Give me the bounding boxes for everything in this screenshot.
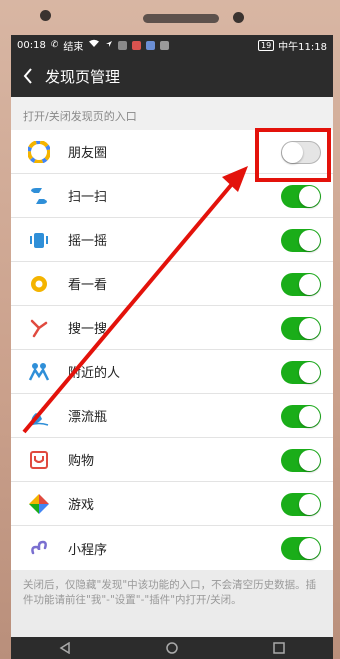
annotation-highlight-box (255, 128, 331, 182)
proximity-sensor (40, 10, 51, 21)
list-item-top-stories: 看一看 (11, 262, 333, 306)
scan-icon (28, 185, 50, 207)
call-status-label: 结束 (63, 41, 84, 53)
app-notification-icon (146, 40, 156, 50)
battery-icon: 19 (257, 39, 275, 51)
games-icon (28, 493, 50, 515)
list-item-label: 漂流瓶 (68, 410, 108, 425)
list-item-label: 扫一扫 (68, 190, 108, 205)
toggle-knob (299, 362, 320, 383)
toggle-knob (299, 450, 320, 471)
list-item-label: 小程序 (68, 542, 108, 558)
list-item-mini-programs: 小程序 (11, 526, 333, 570)
toggle-knob (299, 318, 320, 339)
system-nav-bar (11, 637, 333, 659)
top-stories-toggle[interactable] (281, 273, 321, 296)
section-header: 打开/关闭发现页的入口 (11, 97, 333, 130)
back-button[interactable] (11, 55, 45, 97)
list-item-search: 搜一搜 (11, 306, 333, 350)
front-camera (233, 12, 244, 23)
nav-home-icon[interactable] (166, 639, 178, 658)
wifi-icon (88, 39, 100, 51)
drift-bottle-toggle[interactable] (281, 405, 321, 428)
app-notification-icon (160, 40, 170, 50)
toggle-knob (299, 538, 320, 559)
list-item-games: 游戏 (11, 482, 333, 526)
nav-back-icon[interactable] (59, 639, 71, 658)
list-item-shopping: 购物 (11, 438, 333, 482)
search-icon (28, 317, 50, 339)
list-item-label: 看一看 (68, 278, 108, 293)
list-item-label: 游戏 (68, 498, 95, 513)
mini-programs-icon (28, 537, 50, 559)
list-item-label: 朋友圈 (68, 146, 108, 161)
toggle-knob (299, 494, 320, 515)
list-item-label: 搜一搜 (68, 322, 108, 337)
phone-frame: 00:18 ✆ 结束 19 中午11:18 发现页管理 打开/关闭发现页的入口 … (0, 0, 340, 659)
battery-level: 19 (260, 40, 272, 50)
list-item-drift-bottle: 漂流瓶 (11, 394, 333, 438)
status-bar: 00:18 ✆ 结束 19 中午11:18 (11, 35, 333, 55)
call-icon: ✆ (50, 40, 59, 50)
discover-entries-list: 朋友圈 扫一扫 摇一摇 看一看 搜一搜 附近的人 漂流瓶 购物 游戏 小程序 (11, 130, 333, 570)
status-time: 00:18 (17, 39, 46, 51)
app-notification-icon (118, 40, 128, 50)
shopping-toggle[interactable] (281, 449, 321, 472)
list-item-label: 摇一摇 (68, 234, 108, 249)
people-nearby-icon (28, 361, 50, 383)
footnote-text: 关闭后，仅隐藏"发现"中该功能的入口，不会清空历史数据。插件功能请前往"我"-"… (11, 570, 333, 608)
drift-bottle-icon (28, 405, 50, 427)
games-toggle[interactable] (281, 493, 321, 516)
list-item-shake: 摇一摇 (11, 218, 333, 262)
status-clock: 中午11:18 (278, 41, 327, 53)
moments-icon (28, 140, 50, 163)
search-toggle[interactable] (281, 317, 321, 340)
scan-toggle[interactable] (281, 185, 321, 208)
shake-icon (28, 229, 50, 251)
toggle-knob (299, 274, 320, 295)
shake-toggle[interactable] (281, 229, 321, 252)
list-item-people-nearby: 附近的人 (11, 350, 333, 394)
toggle-knob (299, 186, 320, 207)
top-stories-icon (28, 273, 50, 295)
nav-bar: 发现页管理 (11, 55, 333, 97)
people-nearby-toggle[interactable] (281, 361, 321, 384)
toggle-knob (299, 406, 320, 427)
chevron-left-icon (23, 68, 32, 84)
location-icon (105, 40, 113, 51)
nav-recents-icon[interactable] (273, 639, 286, 658)
page-title: 发现页管理 (45, 67, 121, 86)
list-item-label: 附近的人 (68, 366, 121, 381)
phone-speaker (143, 14, 219, 23)
list-item-label: 购物 (68, 454, 95, 469)
mini-programs-toggle[interactable] (281, 537, 321, 560)
app-notification-icon (132, 40, 142, 50)
toggle-knob (299, 230, 320, 251)
shopping-icon (28, 449, 50, 471)
